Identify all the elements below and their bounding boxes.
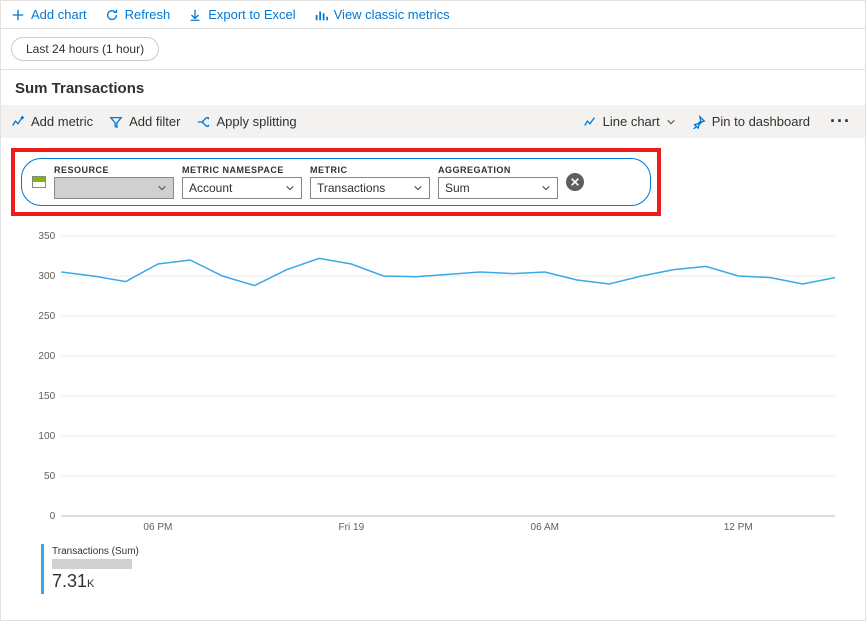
- line-plus-icon: [11, 115, 25, 129]
- chart-area: 0 50 100 150 200 250 300 350 06 PM Fri 19 06 AM 12…: [21, 226, 845, 536]
- plus-icon: [11, 8, 25, 22]
- add-filter-label: Add filter: [129, 114, 180, 129]
- refresh-icon: [105, 8, 119, 22]
- metric-dropdown[interactable]: Transactions: [310, 177, 430, 199]
- pin-label: Pin to dashboard: [712, 114, 810, 129]
- svg-text:300: 300: [38, 271, 55, 282]
- add-chart-label: Add chart: [31, 7, 87, 22]
- add-metric-button[interactable]: Add metric: [11, 114, 93, 129]
- refresh-button[interactable]: Refresh: [105, 7, 171, 22]
- time-range-label: Last 24 hours (1 hour): [26, 42, 144, 56]
- classic-metrics-button[interactable]: View classic metrics: [314, 7, 450, 22]
- metric-value: Transactions: [317, 181, 385, 195]
- classic-label: View classic metrics: [334, 7, 450, 22]
- namespace-dropdown[interactable]: Account: [182, 177, 302, 199]
- aggregation-dropdown[interactable]: Sum: [438, 177, 558, 199]
- chevron-down-icon: [541, 183, 551, 193]
- svg-text:100: 100: [38, 431, 55, 442]
- pin-icon: [692, 115, 706, 129]
- aggregation-label: AGGREGATION: [438, 165, 558, 175]
- chevron-down-icon: [285, 183, 295, 193]
- resource-color-chip: [32, 176, 46, 188]
- add-chart-button[interactable]: Add chart: [11, 7, 87, 22]
- legend-value: 7.31K: [52, 571, 153, 592]
- svg-text:0: 0: [50, 511, 56, 522]
- svg-text:Fri 19: Fri 19: [339, 522, 365, 533]
- filter-icon: [109, 115, 123, 129]
- chevron-down-icon: [666, 117, 676, 127]
- bar-chart-icon: [314, 8, 328, 22]
- svg-text:06 AM: 06 AM: [531, 522, 559, 533]
- download-icon: [188, 8, 202, 22]
- namespace-label: METRIC NAMESPACE: [182, 165, 302, 175]
- legend-card[interactable]: Transactions (Sum) 7.31K: [41, 544, 161, 594]
- pin-button[interactable]: Pin to dashboard: [692, 114, 810, 129]
- data-line: [61, 258, 835, 285]
- chart-toolbar: Add metric Add filter Apply splitting Li…: [1, 105, 865, 138]
- svg-text:12 PM: 12 PM: [724, 522, 753, 533]
- legend-title: Transactions (Sum): [52, 546, 153, 557]
- svg-text:50: 50: [44, 471, 56, 482]
- resource-label: RESOURCE: [54, 165, 174, 175]
- aggregation-value: Sum: [445, 181, 470, 195]
- line-chart[interactable]: 0 50 100 150 200 250 300 350 06 PM Fri 19 06 AM 12…: [21, 226, 845, 536]
- export-label: Export to Excel: [208, 7, 295, 22]
- export-button[interactable]: Export to Excel: [188, 7, 295, 22]
- svg-text:250: 250: [38, 311, 55, 322]
- metric-label: METRIC: [310, 165, 430, 175]
- metric-selector-highlight: RESOURCE METRIC NAMESPACE Account METRIC…: [11, 148, 661, 216]
- svg-text:06 PM: 06 PM: [143, 522, 172, 533]
- apply-splitting-label: Apply splitting: [216, 114, 296, 129]
- chart-title: Sum Transactions: [1, 70, 865, 105]
- time-range-pill[interactable]: Last 24 hours (1 hour): [11, 37, 159, 61]
- top-toolbar: Add chart Refresh Export to Excel View c…: [1, 1, 865, 29]
- add-filter-button[interactable]: Add filter: [109, 114, 180, 129]
- chevron-down-icon: [413, 183, 423, 193]
- legend-value-number: 7.31: [52, 571, 87, 591]
- line-chart-icon: [583, 115, 597, 129]
- remove-metric-button[interactable]: [566, 173, 584, 191]
- svg-text:350: 350: [38, 231, 55, 242]
- more-menu-button[interactable]: ···: [826, 111, 855, 132]
- close-icon: [570, 177, 580, 187]
- time-range-row: Last 24 hours (1 hour): [1, 29, 865, 70]
- chart-type-label: Line chart: [603, 114, 660, 129]
- legend-resource-redacted: [52, 559, 132, 569]
- resource-dropdown[interactable]: [54, 177, 174, 199]
- svg-text:200: 200: [38, 351, 55, 362]
- chevron-down-icon: [157, 183, 167, 193]
- legend-value-unit: K: [87, 578, 94, 590]
- add-metric-label: Add metric: [31, 114, 93, 129]
- metric-selector-pill: RESOURCE METRIC NAMESPACE Account METRIC…: [21, 158, 651, 206]
- refresh-label: Refresh: [125, 7, 171, 22]
- chart-type-dropdown[interactable]: Line chart: [583, 114, 676, 129]
- namespace-value: Account: [189, 181, 232, 195]
- apply-splitting-button[interactable]: Apply splitting: [196, 114, 296, 129]
- split-icon: [196, 115, 210, 129]
- svg-text:150: 150: [38, 391, 55, 402]
